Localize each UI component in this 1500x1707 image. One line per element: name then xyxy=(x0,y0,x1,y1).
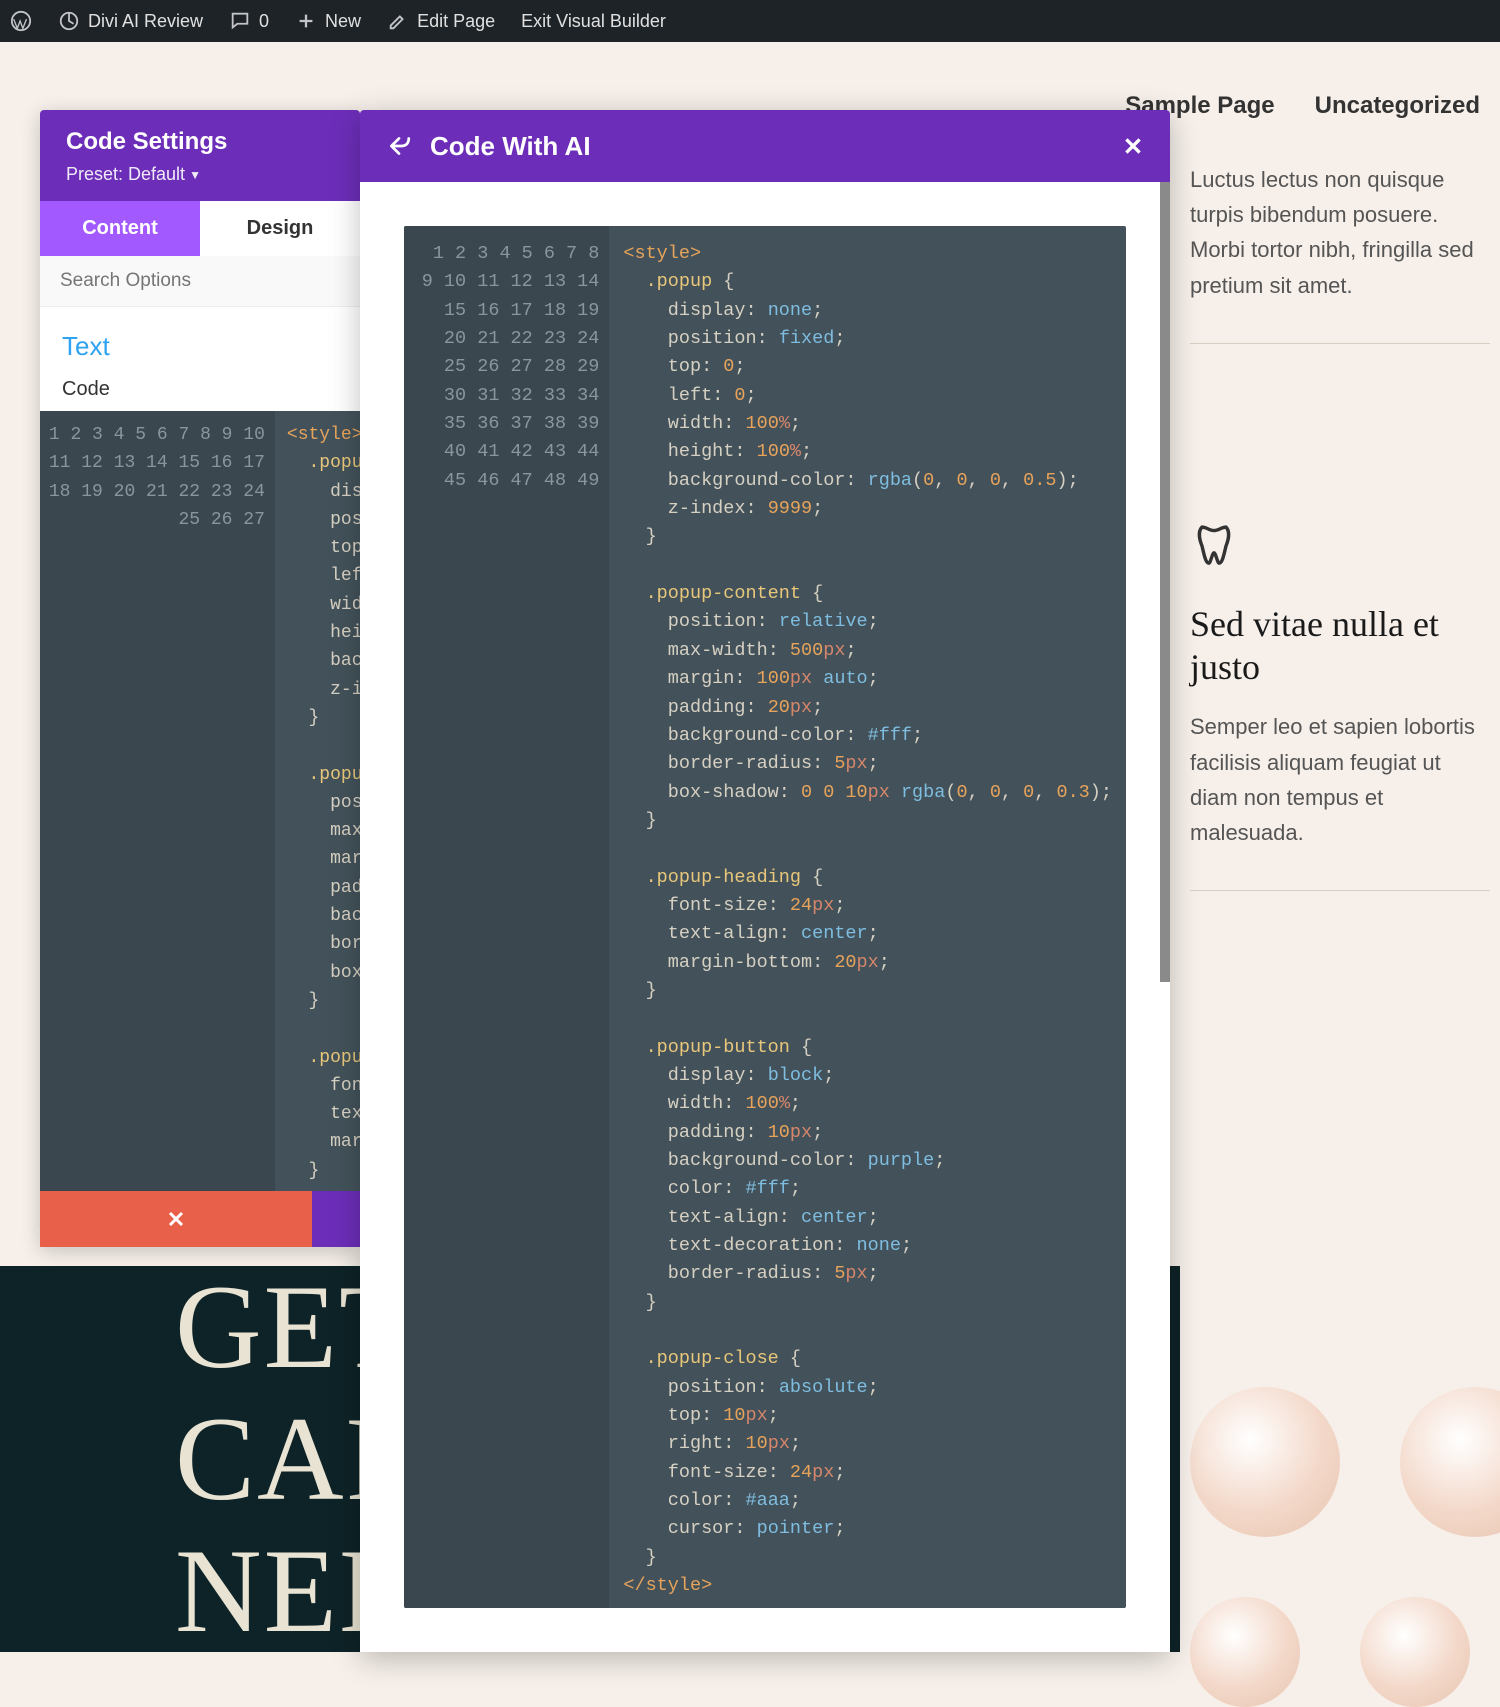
circle-image xyxy=(1360,1597,1470,1707)
back-arrow-icon[interactable] xyxy=(386,133,412,159)
ai-modal-body: 1 2 3 4 5 6 7 8 9 10 11 12 13 14 15 16 1… xyxy=(360,182,1170,1652)
search-options[interactable] xyxy=(40,256,360,307)
settings-tabs: Content Design xyxy=(40,201,360,256)
blurb-2-text: Semper leo et sapien lobortis facilisis … xyxy=(1190,709,1490,850)
ai-modal-header: Code With AI xyxy=(360,110,1170,182)
wp-logo-icon[interactable] xyxy=(10,10,32,32)
code-settings-panel: Code Settings Preset: Default ▼ Content … xyxy=(40,110,360,1247)
image-row-2 xyxy=(1190,1597,1470,1707)
search-input[interactable] xyxy=(60,270,340,292)
ai-modal-title: Code With AI xyxy=(430,131,1104,162)
field-label-code: Code xyxy=(40,372,360,411)
tab-content[interactable]: Content xyxy=(40,201,200,256)
exit-vb-link[interactable]: Exit Visual Builder xyxy=(521,11,666,32)
new-label: New xyxy=(325,11,361,32)
wp-admin-bar: Divi AI Review 0 New Edit Page Exit Visu… xyxy=(0,0,1500,42)
settings-header: Code Settings Preset: Default ▼ xyxy=(40,110,360,201)
page-background: Sample Page Uncategorized Luctus lectus … xyxy=(0,42,1500,1610)
blurb-2-heading: Sed vitae nulla et justo xyxy=(1190,603,1490,689)
circle-image xyxy=(1190,1597,1300,1707)
close-icon xyxy=(166,1209,186,1229)
comments-link[interactable]: 0 xyxy=(229,10,269,32)
circle-image xyxy=(1190,1387,1340,1537)
image-row-1 xyxy=(1190,1387,1500,1537)
settings-title: Code Settings xyxy=(66,128,334,156)
section-text[interactable]: Text xyxy=(40,307,360,372)
left-code-editor[interactable]: 1 2 3 4 5 6 7 8 9 10 11 12 13 14 15 16 1… xyxy=(40,411,360,1191)
divider xyxy=(1190,343,1490,344)
preset-dropdown[interactable]: Preset: Default ▼ xyxy=(66,164,334,185)
scrollbar[interactable] xyxy=(1160,182,1170,982)
preset-label: Preset: Default xyxy=(66,164,185,185)
edit-page-link[interactable]: Edit Page xyxy=(387,10,495,32)
ai-code-editor[interactable]: 1 2 3 4 5 6 7 8 9 10 11 12 13 14 15 16 1… xyxy=(404,226,1126,1608)
close-icon[interactable] xyxy=(1122,135,1144,157)
site-name[interactable]: Divi AI Review xyxy=(58,10,203,32)
divider xyxy=(1190,890,1490,891)
cancel-button[interactable] xyxy=(40,1191,312,1247)
code-with-ai-modal: Code With AI 1 2 3 4 5 6 7 8 9 10 11 12 … xyxy=(360,110,1170,1652)
site-name-label: Divi AI Review xyxy=(88,11,203,32)
save-button[interactable] xyxy=(312,1191,360,1247)
circle-image xyxy=(1400,1387,1500,1537)
blurb-1: Luctus lectus non quisque turpis bibendu… xyxy=(1190,162,1490,344)
chevron-down-icon: ▼ xyxy=(189,168,201,182)
tab-design[interactable]: Design xyxy=(200,201,360,256)
settings-footer xyxy=(40,1191,360,1247)
new-link[interactable]: New xyxy=(295,10,361,32)
blurb-2: Sed vitae nulla et justo Semper leo et s… xyxy=(1190,522,1490,891)
blurb-1-text: Luctus lectus non quisque turpis bibendu… xyxy=(1190,162,1490,303)
edit-page-label: Edit Page xyxy=(417,11,495,32)
top-nav: Sample Page Uncategorized xyxy=(1125,92,1480,120)
comments-count: 0 xyxy=(259,11,269,32)
exit-vb-label: Exit Visual Builder xyxy=(521,11,666,32)
tooth-icon xyxy=(1190,522,1238,570)
nav-uncategorized[interactable]: Uncategorized xyxy=(1315,92,1480,120)
